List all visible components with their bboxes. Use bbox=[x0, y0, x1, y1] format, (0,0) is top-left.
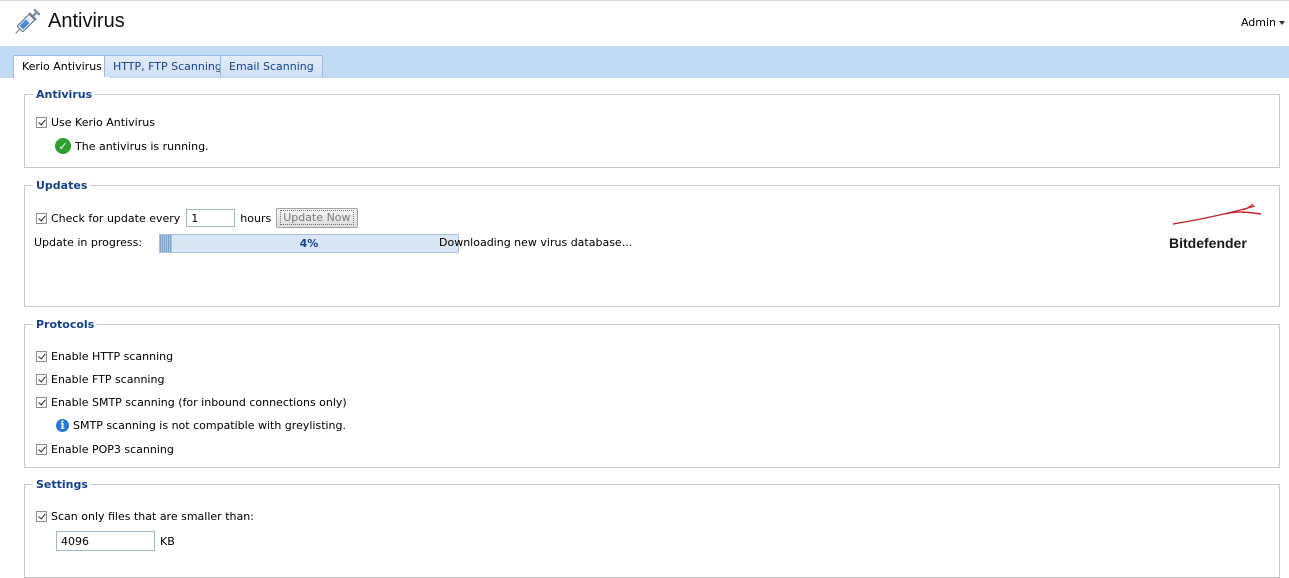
update-interval-input[interactable] bbox=[186, 209, 236, 227]
page-title: Antivirus bbox=[48, 10, 125, 32]
enable-pop3-row[interactable]: Enable POP3 scanning bbox=[36, 443, 174, 456]
enable-smtp-row[interactable]: Enable SMTP scanning (for inbound connec… bbox=[36, 396, 347, 409]
checkmark-icon: ✓ bbox=[55, 138, 71, 154]
enable-http-label[interactable]: Enable HTTP scanning bbox=[51, 350, 173, 363]
update-now-label[interactable]: Update Now bbox=[280, 210, 354, 225]
check-for-update-row: Check for update every hours Update Now bbox=[36, 208, 358, 228]
scan-size-input[interactable] bbox=[56, 531, 155, 551]
syringe-icon bbox=[15, 8, 41, 34]
update-progress-bar: 4% bbox=[159, 234, 459, 253]
use-kerio-antivirus-row[interactable]: Use Kerio Antivirus bbox=[36, 116, 155, 129]
tab-email-scanning[interactable]: Email Scanning bbox=[220, 55, 323, 77]
update-status-text: Downloading new virus database... bbox=[439, 236, 633, 249]
user-name[interactable]: Admin bbox=[1241, 16, 1276, 29]
scan-size-row[interactable]: Scan only files that are smaller than: bbox=[36, 510, 254, 523]
enable-pop3-checkbox[interactable] bbox=[36, 444, 47, 455]
chevron-down-icon[interactable] bbox=[1279, 21, 1285, 25]
enable-smtp-label[interactable]: Enable SMTP scanning (for inbound connec… bbox=[51, 396, 347, 409]
tab-kerio-antivirus[interactable]: Kerio Antivirus bbox=[13, 55, 111, 78]
user-menu[interactable]: Admin bbox=[1241, 16, 1285, 29]
updates-legend: Updates bbox=[36, 179, 88, 192]
use-kerio-antivirus-label[interactable]: Use Kerio Antivirus bbox=[51, 116, 155, 129]
update-now-button[interactable]: Update Now bbox=[276, 208, 358, 228]
enable-pop3-label[interactable]: Enable POP3 scanning bbox=[51, 443, 174, 456]
smtp-note-row: i SMTP scanning is not compatible with g… bbox=[56, 419, 346, 432]
check-for-update-checkbox[interactable] bbox=[36, 212, 47, 224]
enable-smtp-checkbox[interactable] bbox=[36, 397, 47, 408]
bitdefender-logo: Bitdefender bbox=[1169, 203, 1262, 251]
use-kerio-antivirus-checkbox[interactable] bbox=[36, 117, 47, 128]
antivirus-legend: Antivirus bbox=[36, 88, 93, 101]
enable-http-row[interactable]: Enable HTTP scanning bbox=[36, 350, 173, 363]
update-progress-text: 4% bbox=[299, 237, 319, 250]
protocols-section: Protocols Enable HTTP scanning Enable FT… bbox=[24, 318, 1280, 468]
tab-content: Antivirus Use Kerio Antivirus ✓ The anti… bbox=[0, 78, 1289, 578]
svg-text:Bitdefender: Bitdefender bbox=[1169, 235, 1247, 251]
scan-size-checkbox[interactable] bbox=[36, 511, 47, 522]
enable-ftp-label[interactable]: Enable FTP scanning bbox=[51, 373, 164, 386]
enable-ftp-row[interactable]: Enable FTP scanning bbox=[36, 373, 164, 386]
protocols-legend: Protocols bbox=[36, 318, 95, 331]
scan-size-label[interactable]: Scan only files that are smaller than: bbox=[51, 510, 254, 523]
update-interval-unit: hours bbox=[240, 211, 272, 225]
antivirus-section: Antivirus Use Kerio Antivirus ✓ The anti… bbox=[24, 88, 1280, 168]
smtp-note-text: SMTP scanning is not compatible with gre… bbox=[73, 419, 347, 432]
updates-section: Updates Check for update every hours Upd… bbox=[24, 179, 1280, 307]
page-header: Antivirus Admin bbox=[0, 0, 1289, 47]
info-icon: i bbox=[56, 419, 69, 432]
scan-size-unit: KB bbox=[160, 534, 175, 548]
tab-http-ftp-scanning[interactable]: HTTP, FTP Scanning bbox=[104, 55, 231, 77]
enable-http-checkbox[interactable] bbox=[36, 351, 47, 362]
update-progress-label: Update in progress: bbox=[34, 236, 143, 249]
scan-size-input-row: KB bbox=[56, 531, 175, 551]
antivirus-status-row: ✓ The antivirus is running. bbox=[55, 138, 209, 154]
check-for-update-label[interactable]: Check for update every bbox=[51, 212, 180, 225]
antivirus-status-text: The antivirus is running. bbox=[75, 139, 209, 153]
settings-section: Settings Scan only files that are smalle… bbox=[24, 478, 1280, 578]
settings-legend: Settings bbox=[36, 478, 88, 491]
tab-strip: Kerio Antivirus HTTP, FTP Scanning Email… bbox=[0, 46, 1289, 79]
enable-ftp-checkbox[interactable] bbox=[36, 374, 47, 385]
